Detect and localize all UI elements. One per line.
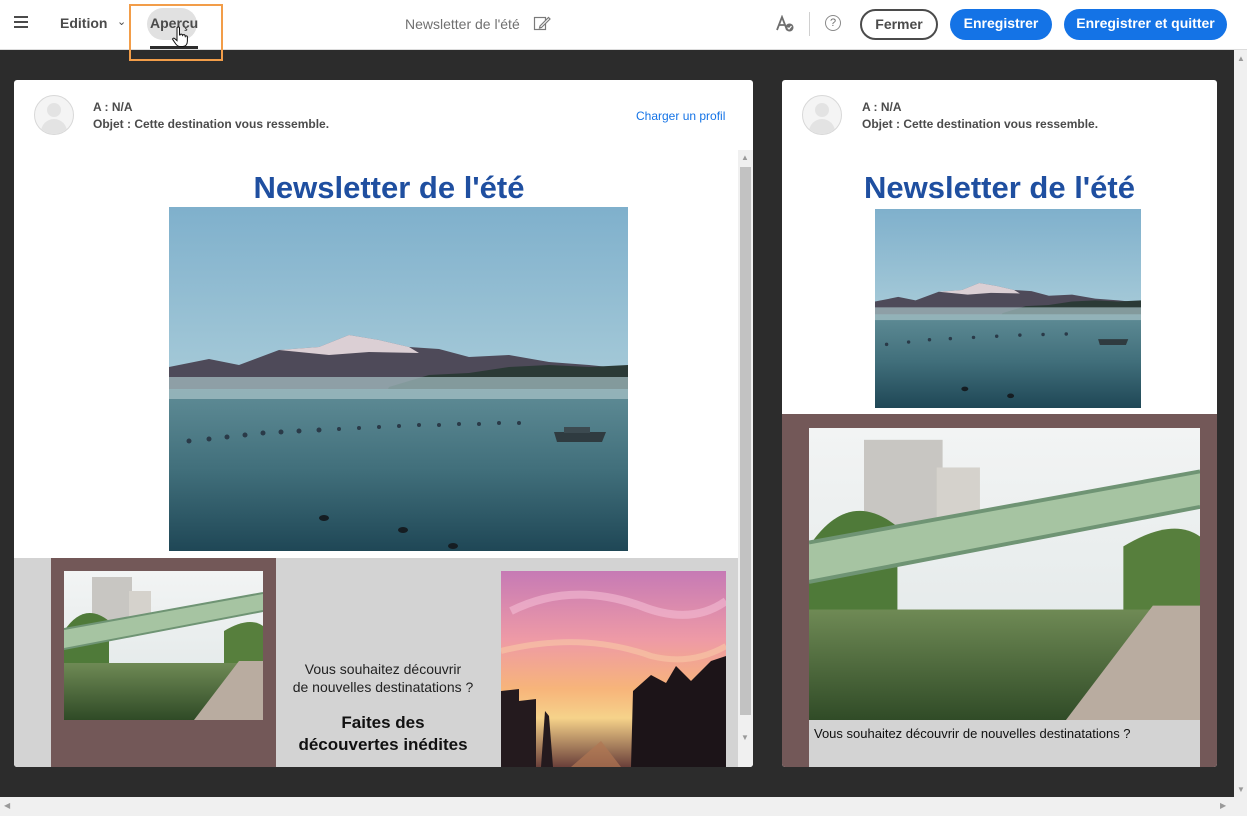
to-line: A : N/A xyxy=(93,100,133,114)
to-line: A : N/A xyxy=(862,100,902,114)
scroll-up-arrow[interactable]: ▲ xyxy=(741,153,749,162)
approval-icon[interactable] xyxy=(775,15,795,33)
subject-line: Objet : Cette destination vous ressemble… xyxy=(93,117,330,131)
scrollbar-thumb[interactable] xyxy=(740,167,751,715)
scroll-up-arrow[interactable]: ▲ xyxy=(1237,54,1245,63)
pencil-icon[interactable] xyxy=(533,14,551,32)
avatar xyxy=(802,95,842,135)
close-button[interactable]: Fermer xyxy=(860,9,938,40)
scroll-down-arrow[interactable]: ▼ xyxy=(1237,785,1245,794)
headline-line-1: Faites des xyxy=(341,713,425,732)
sunset-city-image xyxy=(501,571,726,767)
canal-bridge-image xyxy=(809,428,1200,722)
scroll-right-arrow[interactable]: ▶ xyxy=(1220,801,1226,810)
headline-line-2: découvertes inédites xyxy=(298,735,468,754)
chevron-down-icon[interactable]: ⌄ xyxy=(117,15,126,28)
document-title: Newsletter de l'été xyxy=(405,16,520,32)
headline-text: Faites des découvertes inédites xyxy=(276,712,490,756)
top-toolbar: Edition ⌄ Aperçu Newsletter de l'été ? F… xyxy=(0,0,1247,61)
caption-text: Vous souhaitez découvrir de nouvelles de… xyxy=(814,726,1131,741)
tab-edition[interactable]: Edition xyxy=(60,15,107,31)
tagline-line-1: Vous souhaitez découvrir xyxy=(304,661,462,677)
lake-mountains-image xyxy=(875,209,1141,408)
page-vertical-scrollbar[interactable]: ▲ ▼ xyxy=(1234,50,1247,797)
help-icon[interactable]: ? xyxy=(825,15,841,31)
mobile-preview-panel: A : N/A Objet : Cette destination vous r… xyxy=(782,80,1217,767)
save-and-quit-button[interactable]: Enregistrer et quitter xyxy=(1064,9,1227,40)
load-profile-link[interactable]: Charger un profil xyxy=(636,109,725,123)
hand-cursor-icon xyxy=(172,26,188,47)
canal-bridge-image xyxy=(64,571,263,720)
desktop-preview-panel: A : N/A Objet : Cette destination vous r… xyxy=(14,80,753,767)
hamburger-icon[interactable] xyxy=(14,16,28,28)
save-button[interactable]: Enregistrer xyxy=(950,9,1052,40)
lake-mountains-image xyxy=(169,207,628,551)
scroll-left-arrow[interactable]: ◀ xyxy=(4,801,10,810)
scroll-down-arrow[interactable]: ▼ xyxy=(741,733,749,742)
newsletter-title: Newsletter de l'été xyxy=(864,170,1135,205)
avatar xyxy=(34,95,74,135)
caption-box: Vous souhaitez découvrir de nouvelles de… xyxy=(809,720,1200,767)
tagline-text: Vous souhaitez découvrir de nouvelles de… xyxy=(276,660,490,696)
page-horizontal-scrollbar[interactable]: ◀ ▶ xyxy=(0,797,1247,816)
toolbar-divider xyxy=(809,12,810,36)
tagline-line-2: de nouvelles destinatations ? xyxy=(292,679,474,695)
subject-line: Objet : Cette destination vous ressemble… xyxy=(862,117,1099,131)
newsletter-title: Newsletter de l'été xyxy=(253,170,525,205)
preview-scrollbar[interactable]: ▲ ▼ xyxy=(738,150,753,767)
